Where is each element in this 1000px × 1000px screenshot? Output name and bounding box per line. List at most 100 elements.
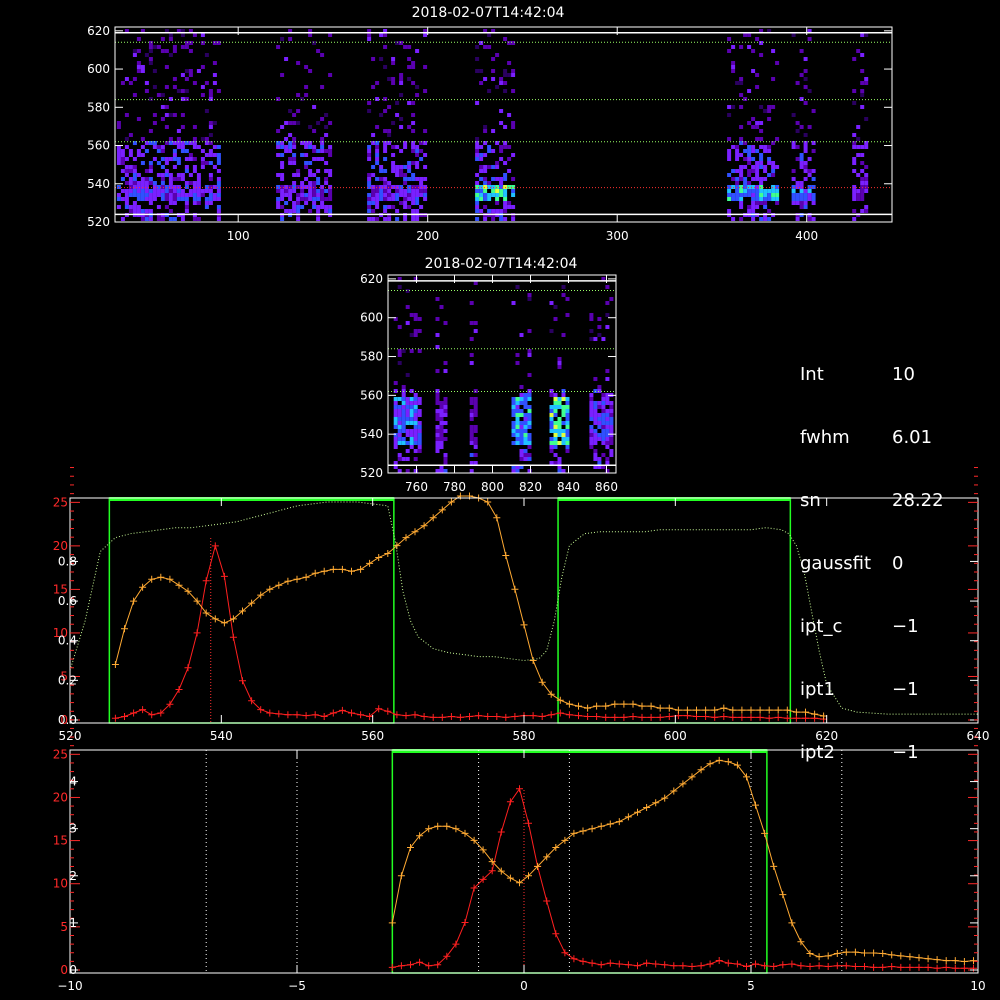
zoom-heatmap-pixel <box>565 417 570 421</box>
top-heatmap-pixel <box>292 209 297 213</box>
top-heatmap-pixel <box>320 201 325 205</box>
top-heatmap-pixel <box>160 173 165 177</box>
top-heatmap-pixel <box>755 201 760 205</box>
top-heatmap-pixel <box>120 153 125 157</box>
top-heatmap-pixel <box>735 189 740 193</box>
top-heatmap-pixel <box>763 193 768 197</box>
spectrum-data-point <box>320 567 328 575</box>
offset-data-point <box>824 963 832 970</box>
top-heatmap-pixel <box>208 125 213 129</box>
top-heatmap-pixel <box>775 185 780 189</box>
zoom-heatmap-pixel <box>443 361 448 365</box>
offset-data-point <box>733 960 741 968</box>
zoom-heatmap-pixel <box>397 409 402 413</box>
top-heatmap-pixel <box>320 137 325 141</box>
zoom-heatmap-pixel <box>605 425 610 429</box>
offset-data-point <box>815 953 823 961</box>
top-heatmap-pixel <box>288 185 293 189</box>
top-heatmap-pixel <box>148 161 153 165</box>
top-heatmap-pixel <box>499 77 504 81</box>
top-heatmap-pixel <box>507 145 512 149</box>
top-heatmap-pixel <box>292 145 297 149</box>
top-heatmap-pixel <box>799 165 804 169</box>
top-heatmap-pixel <box>144 189 149 193</box>
top-heatmap-pixel <box>375 81 380 85</box>
top-heatmap-pixel <box>324 181 329 185</box>
top-heatmap-pixel <box>168 209 173 213</box>
top-heatmap-pixel <box>503 205 508 209</box>
top-heatmap-pixel <box>739 165 744 169</box>
zoom-heatmap-pixel <box>553 397 558 401</box>
top-heatmap-pixel <box>391 165 396 169</box>
spectrum-data-point <box>792 714 800 722</box>
top-heatmap-pixel <box>811 193 816 197</box>
top-heatmap-pixel <box>503 145 508 149</box>
top-heatmap-pixel <box>511 217 516 221</box>
zoom-heatmap-pixel <box>523 453 528 457</box>
top-heatmap-pixel <box>188 49 193 53</box>
zoom-heatmap-pixel <box>553 425 558 429</box>
top-heatmap-pixel <box>383 129 388 133</box>
top-heatmap-pixel <box>739 105 744 109</box>
zoom-heatmap-pixel <box>417 349 422 353</box>
top-heatmap-y-tick-label: 620 <box>87 24 110 38</box>
zoom-heatmap-pixel <box>589 313 594 317</box>
top-heatmap-pixel <box>148 61 153 65</box>
top-heatmap-pixel <box>399 93 404 97</box>
top-heatmap-pixel <box>423 129 428 133</box>
top-heatmap-pixel <box>136 37 141 41</box>
top-heatmap-pixel <box>491 177 496 181</box>
top-heatmap-pixel <box>375 125 380 129</box>
top-heatmap-pixel <box>727 113 732 117</box>
top-heatmap-pixel <box>320 157 325 161</box>
top-heatmap-pixel <box>288 197 293 201</box>
zoom-heatmap-pixel <box>393 413 398 417</box>
top-heatmap-pixel <box>735 149 740 153</box>
top-heatmap-pixel <box>747 181 752 185</box>
zoom-heatmap-pixel <box>609 409 614 413</box>
zoom-heatmap-pixel <box>401 413 406 417</box>
top-heatmap-pixel <box>771 197 776 201</box>
top-heatmap-pixel <box>411 113 416 117</box>
top-heatmap-pixel <box>419 205 424 209</box>
top-heatmap-pixel <box>152 113 157 117</box>
spectrum-data-point <box>611 713 619 721</box>
top-heatmap-pixel <box>403 217 408 221</box>
top-heatmap-pixel <box>795 145 800 149</box>
zoom-heatmap-pixel <box>527 445 532 449</box>
offset-data-point <box>933 964 941 972</box>
zoom-heatmap-pixel <box>515 413 520 417</box>
zoom-heatmap-pixel <box>519 457 524 461</box>
top-heatmap-pixel <box>739 201 744 205</box>
top-heatmap-pixel <box>375 185 380 189</box>
zoom-heatmap-pixel <box>511 469 516 473</box>
offset-red-y-tick-label: 20 <box>53 790 68 804</box>
top-heatmap-pixel <box>184 205 189 209</box>
top-heatmap-pixel <box>479 185 484 189</box>
offset-data-point <box>579 957 587 965</box>
top-heatmap-pixel <box>304 85 309 89</box>
top-heatmap-pixel <box>747 193 752 197</box>
spectrum-data-point <box>420 713 428 720</box>
top-heatmap-pixel <box>304 193 309 197</box>
zoom-heatmap-pixel <box>549 425 554 429</box>
zoom-heatmap-pixel <box>413 441 418 445</box>
spectrum-data-point <box>638 713 646 721</box>
spectrum-data-point <box>366 559 374 567</box>
top-heatmap-pixel <box>148 169 153 173</box>
top-heatmap-pixel <box>200 137 205 141</box>
spectrum-data-point <box>111 661 119 668</box>
spectrum-data-point <box>729 706 737 714</box>
top-heatmap-pixel <box>308 161 313 165</box>
top-heatmap-pixel <box>140 189 145 193</box>
top-heatmap-pixel <box>739 189 744 193</box>
top-heatmap-pixel <box>860 161 865 165</box>
top-heatmap-pixel <box>739 197 744 201</box>
top-heatmap-pixel <box>475 197 480 201</box>
top-heatmap-pixel <box>403 189 408 193</box>
top-heatmap-pixel <box>763 165 768 169</box>
zoom-heatmap-pixel <box>593 337 598 341</box>
zoom-heatmap-pixel <box>435 409 440 413</box>
zoom-heatmap-pixel <box>413 409 418 413</box>
top-heatmap-pixel <box>507 157 512 161</box>
